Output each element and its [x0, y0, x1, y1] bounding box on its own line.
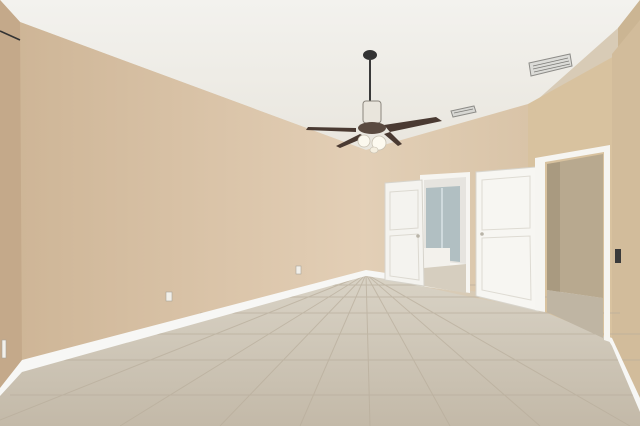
- fan-light-bulb: [369, 146, 379, 154]
- bathroom-door-left[interactable]: [384, 179, 425, 287]
- electrical-outlet-icon: [295, 265, 302, 275]
- bathroom-door-right[interactable]: [475, 166, 539, 312]
- electrical-outlet-icon: [165, 291, 173, 302]
- empty-bedroom-photo: [0, 0, 640, 426]
- bathroom-doorway[interactable]: [420, 172, 470, 293]
- room-illustration: [0, 0, 640, 426]
- fan-light-bulb: [357, 134, 371, 148]
- door-knob[interactable]: [416, 234, 420, 238]
- left-wall-corner-shadow: [0, 0, 22, 390]
- door-knob[interactable]: [480, 232, 484, 236]
- electrical-outlet-icon: [1, 339, 7, 359]
- light-switch[interactable]: [615, 249, 621, 263]
